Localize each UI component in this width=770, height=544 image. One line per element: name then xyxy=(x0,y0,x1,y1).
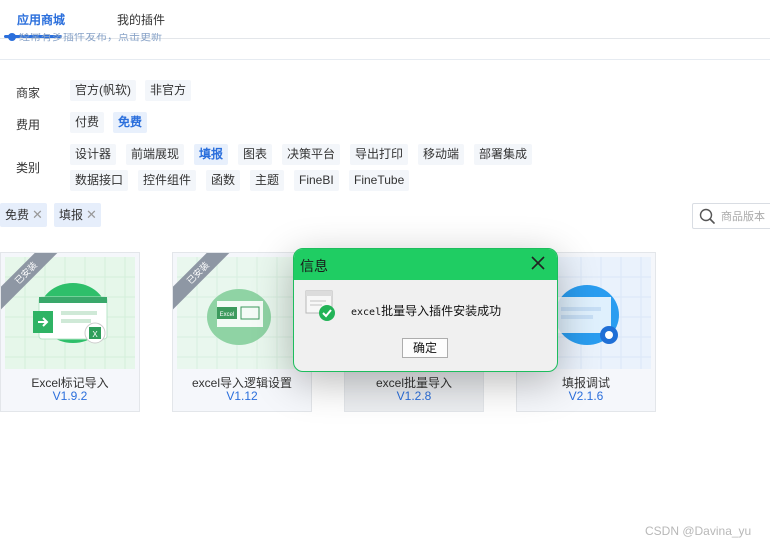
info-dialog: 信息 excel批量导入插件安装成功 确定 xyxy=(293,248,558,372)
filter-chip-fill-report[interactable]: 填报 xyxy=(194,144,229,165)
info-dot-icon xyxy=(8,33,16,41)
plugin-version: V2.1.6 xyxy=(568,389,604,403)
filter-chip-function[interactable]: 函数 xyxy=(206,170,241,191)
tab-my-plugins[interactable]: 我的插件 xyxy=(117,11,165,28)
filter-chip-free[interactable]: 免费 xyxy=(113,112,148,133)
active-tag-fill-report: 填报 ✕ xyxy=(54,203,101,227)
filter-label-category: 类别 xyxy=(16,161,41,175)
search-placeholder: 商品版本 xyxy=(721,211,765,223)
svg-text:X: X xyxy=(92,330,98,339)
ok-button[interactable]: 确定 xyxy=(402,338,448,358)
plugin-card[interactable]: Excel 已安装 excel导入逻辑设置 V1.12 xyxy=(172,252,312,412)
filter-chip-designer[interactable]: 设计器 xyxy=(70,144,117,165)
tab-app-store[interactable]: 应用商城 xyxy=(17,11,65,28)
watermark: CSDN @Davina_yu xyxy=(645,524,752,538)
filter-chip-finetube[interactable]: FineTube xyxy=(349,170,410,191)
filter-chip-unofficial[interactable]: 非官方 xyxy=(145,80,192,101)
filter-chip-data-interface[interactable]: 数据接口 xyxy=(70,170,129,191)
search-icon xyxy=(699,208,715,224)
filter-chip-export-print[interactable]: 导出打印 xyxy=(350,144,409,165)
filter-chip-theme[interactable]: 主题 xyxy=(250,170,285,191)
dialog-message-text: 批量导入插件安装成功 xyxy=(381,304,502,318)
dialog-message-prefix: excel xyxy=(351,307,382,318)
filter-chip-official[interactable]: 官方(帆软) xyxy=(70,80,136,101)
plugin-card[interactable]: X 已安装 Excel标记导入 V1.9.2 xyxy=(0,252,140,412)
update-notice-text: 经常有多插件发布，点击更新 xyxy=(19,33,162,43)
plugin-version: V1.9.2 xyxy=(52,389,88,403)
filter-label-cost: 费用 xyxy=(16,118,41,132)
filter-chip-chart[interactable]: 图表 xyxy=(238,144,273,165)
dialog-title: 信息 xyxy=(300,258,328,274)
remove-tag-close-icon[interactable]: ✕ xyxy=(32,207,43,222)
active-tag-label: 免费 xyxy=(5,208,30,222)
dialog-message: excel批量导入插件安装成功 xyxy=(351,302,501,319)
filter-chip-paid[interactable]: 付费 xyxy=(70,112,105,133)
filter-chip-deploy-integrate[interactable]: 部署集成 xyxy=(474,144,533,165)
filter-chip-mobile[interactable]: 移动端 xyxy=(418,144,465,165)
filter-chip-frontend[interactable]: 前端展现 xyxy=(126,144,185,165)
remove-tag-close-icon[interactable]: ✕ xyxy=(86,207,97,222)
svg-text:Excel: Excel xyxy=(220,312,235,318)
close-icon[interactable] xyxy=(529,254,547,272)
filter-label-merchant: 商家 xyxy=(16,86,41,100)
filter-chip-control-component[interactable]: 控件组件 xyxy=(138,170,197,191)
success-check-icon xyxy=(305,290,335,321)
search-input[interactable]: 商品版本 xyxy=(692,203,770,229)
plugin-version: V1.2.8 xyxy=(396,389,432,403)
plugin-version: V1.12 xyxy=(226,389,258,403)
dialog-title-bar[interactable]: 信息 xyxy=(294,249,557,280)
filter-chip-decision-platform[interactable]: 决策平台 xyxy=(282,144,341,165)
update-notice[interactable]: 经常有多插件发布，点击更新 xyxy=(8,33,162,43)
filter-chip-finebi[interactable]: FineBI xyxy=(294,170,339,191)
active-tag-free: 免费 ✕ xyxy=(0,203,47,227)
active-tag-label: 填报 xyxy=(59,208,84,222)
